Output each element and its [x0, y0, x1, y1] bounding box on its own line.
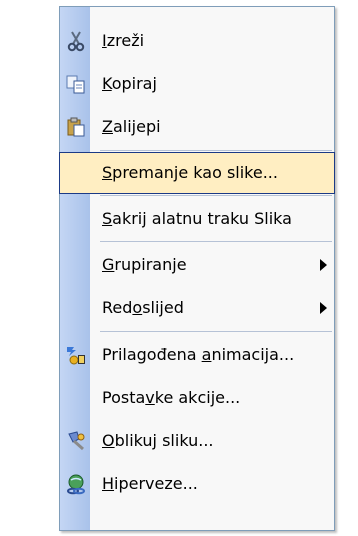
menu-item-anim-rest: nimacija...	[211, 345, 295, 364]
menu-item-custom-animation-label: Prilagođena animacija...	[102, 345, 294, 364]
menu-item-grouping[interactable]: Grupiranje	[61, 243, 333, 286]
paste-icon	[65, 116, 87, 138]
accel-hyper: H	[102, 474, 115, 493]
menu-item-order-label: Redoslijed	[102, 298, 184, 317]
menu-item-save-as-image[interactable]: Spremanje kao slike...	[61, 151, 333, 194]
accel-order: o	[132, 298, 143, 317]
menu-item-action-settings[interactable]: Postavke akcije...	[61, 376, 333, 419]
menu-item-copy-label: Kopiraj	[102, 74, 157, 93]
menu-item-cut-label: Izreži	[102, 31, 144, 50]
accel-save: S	[102, 163, 113, 182]
context-menu: Izreži Kopiraj Zalijepi Spremanje kao sl…	[59, 6, 335, 531]
menu-item-grouping-label: Grupiranje	[102, 255, 187, 274]
copy-icon	[65, 73, 87, 95]
submenu-arrow-icon	[320, 258, 327, 271]
submenu-arrow-icon	[320, 301, 327, 314]
menu-item-action-pre: Posta	[102, 388, 146, 407]
menu-item-copy[interactable]: Kopiraj	[61, 62, 333, 105]
accel-format: O	[102, 431, 115, 450]
menu-item-hyperlink-label: Hiperveze...	[102, 474, 198, 493]
menu-item-paste-rest: alijepi	[112, 117, 161, 136]
menu-item-hide-toolbar[interactable]: Sakrij alatnu traku Slika	[61, 197, 333, 240]
menu-item-paste[interactable]: Zalijepi	[61, 105, 333, 148]
menu-item-save-as-image-label: Spremanje kao slike...	[102, 163, 278, 182]
menu-item-paste-label: Zalijepi	[102, 117, 161, 136]
menu-item-cut-rest: zreži	[106, 31, 145, 50]
menu-item-action-settings-label: Postavke akcije...	[102, 388, 240, 407]
accel-paste: Z	[102, 117, 113, 136]
menu-item-order-pre: Red	[102, 298, 133, 317]
separator	[100, 195, 332, 196]
menu-item-save-rest: premanje kao slike...	[112, 163, 278, 182]
menu-item-format-picture-label: Oblikuj sliku...	[102, 431, 213, 450]
menu-item-hide-rest: akrij alatnu traku Slika	[112, 209, 292, 228]
separator	[100, 241, 332, 242]
menu-item-custom-animation[interactable]: Prilagođena animacija...	[61, 333, 333, 376]
scissors-icon	[65, 30, 87, 52]
menu-item-order-rest: slijed	[142, 298, 184, 317]
menu-item-format-picture[interactable]: Oblikuj sliku...	[61, 419, 333, 462]
format-picture-icon	[65, 430, 87, 452]
accel-group: G	[102, 255, 115, 274]
menu-item-copy-rest: opiraj	[111, 74, 157, 93]
menu-item-action-rest: ke akcije...	[154, 388, 241, 407]
animation-icon	[65, 344, 87, 366]
menu-item-group-rest: rupiranje	[114, 255, 187, 274]
menu-item-format-rest: blikuj sliku...	[114, 431, 214, 450]
menu-item-cut[interactable]: Izreži	[61, 19, 333, 62]
menu-item-hyperlink[interactable]: Hiperveze...	[61, 462, 333, 505]
accel-hide: S	[102, 209, 113, 228]
accel-copy: K	[102, 74, 112, 93]
menu-item-hide-toolbar-label: Sakrij alatnu traku Slika	[102, 209, 292, 228]
accel-action: v	[145, 388, 155, 407]
menu-item-order[interactable]: Redoslijed	[61, 286, 333, 329]
separator	[100, 331, 332, 332]
hyperlink-icon	[65, 473, 87, 495]
accel-anim: a	[201, 345, 212, 364]
menu-item-anim-pre: Prilagođena	[102, 345, 202, 364]
menu-item-hyper-rest: iperveze...	[114, 474, 198, 493]
